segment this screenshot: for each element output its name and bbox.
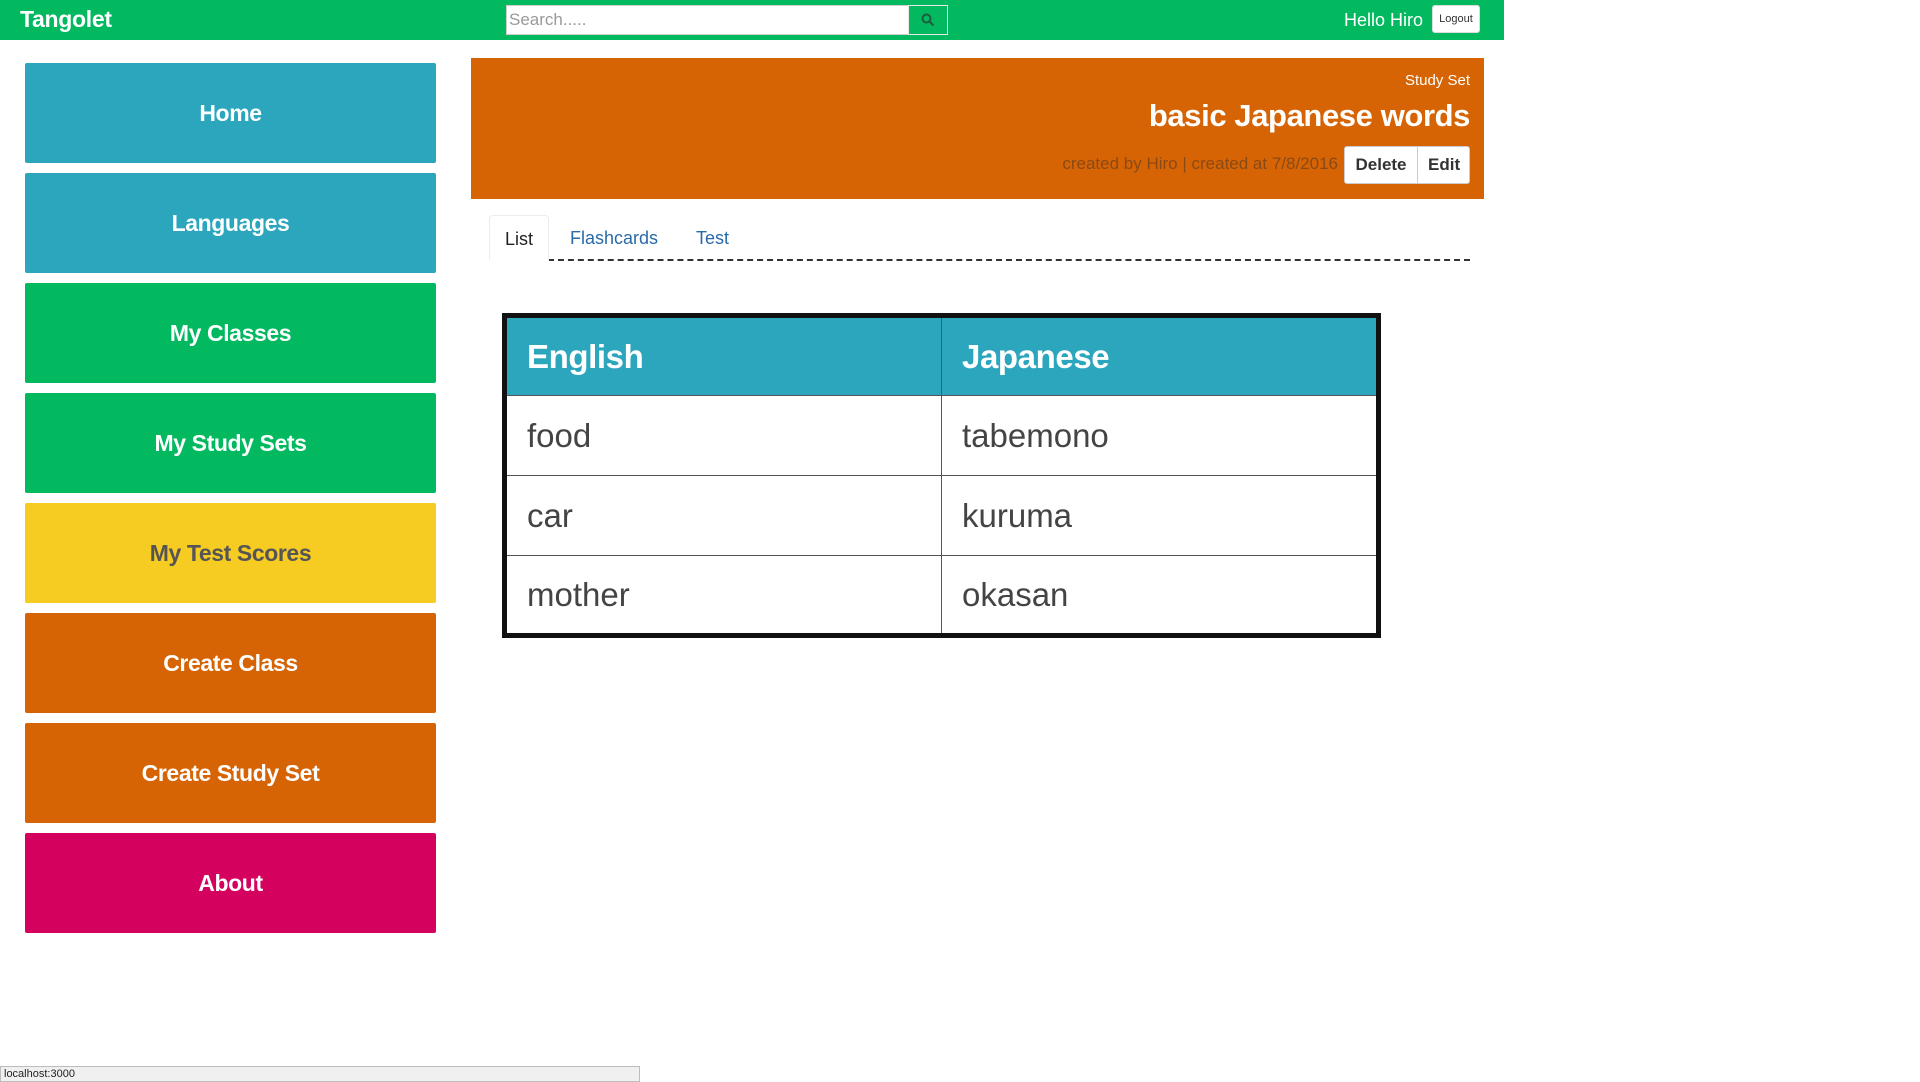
table-cell-english: mother	[504, 555, 942, 636]
tab-flashcards[interactable]: Flashcards	[555, 215, 673, 261]
study-set-label: Study Set	[1404, 72, 1470, 89]
edit-button[interactable]: Edit	[1418, 146, 1470, 184]
sidebar-item-my-test-scores[interactable]: My Test Scores	[25, 503, 436, 603]
tab-test[interactable]: Test	[681, 215, 744, 261]
sidebar-item-languages[interactable]: Languages	[25, 173, 436, 273]
table-cell-japanese: okasan	[941, 555, 1379, 636]
sidebar-item-my-study-sets[interactable]: My Study Sets	[25, 393, 436, 493]
table-cell-japanese: kuruma	[941, 475, 1379, 556]
table-header-row: English Japanese	[504, 315, 1379, 396]
sidebar: Home Languages My Classes My Study Sets …	[25, 63, 436, 943]
tab-list[interactable]: List	[489, 215, 550, 261]
search-bar	[506, 5, 948, 35]
table-cell-english: car	[504, 475, 942, 556]
logout-button[interactable]: Logout	[1432, 5, 1480, 33]
brand-logo[interactable]: Tangolet	[20, 0, 112, 40]
table-row: car kuruma	[504, 475, 1379, 556]
sidebar-item-create-class[interactable]: Create Class	[25, 613, 436, 713]
delete-button[interactable]: Delete	[1344, 146, 1418, 184]
sidebar-item-create-study-set[interactable]: Create Study Set	[25, 723, 436, 823]
study-set-meta: created by Hiro | created at 7/8/2016	[1062, 154, 1338, 173]
column-header-japanese: Japanese	[941, 315, 1379, 396]
search-button[interactable]	[908, 5, 948, 35]
search-icon	[921, 13, 935, 27]
table-row: food tabemono	[504, 395, 1379, 476]
study-set-title: basic Japanese words	[1148, 98, 1471, 133]
sidebar-item-about[interactable]: About	[25, 833, 436, 933]
study-set-header: Study Set basic Japanese words created b…	[471, 58, 1484, 199]
user-greeting: Hello Hiro	[1344, 10, 1424, 30]
study-set-actions: Delete Edit	[1344, 146, 1470, 184]
sidebar-item-home[interactable]: Home	[25, 63, 436, 163]
top-navbar: Tangolet Hello Hiro Logout	[0, 0, 1504, 40]
table-cell-japanese: tabemono	[941, 395, 1379, 476]
column-header-english: English	[504, 315, 942, 396]
study-set-tabs: List Flashcards Test	[486, 215, 1470, 261]
table-cell-english: food	[504, 395, 942, 476]
table-row: mother okasan	[504, 555, 1379, 636]
search-input[interactable]	[506, 5, 908, 35]
sidebar-item-my-classes[interactable]: My Classes	[25, 283, 436, 383]
vocabulary-table: English Japanese food tabemono car kurum…	[502, 313, 1381, 638]
